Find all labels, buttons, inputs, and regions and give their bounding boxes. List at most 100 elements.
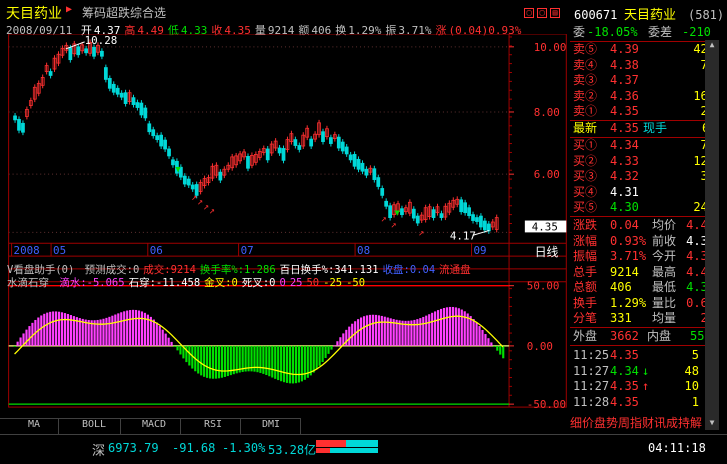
chart-title-bar: 天目药业 ▶ 筹码超跌综合选 ▢ ▢ ▤ (0, 0, 570, 22)
tab-boll[interactable]: BOLL (82, 419, 106, 430)
oscillator-bar (288, 345, 292, 384)
tab-rsi[interactable]: RSI (204, 419, 222, 430)
oscillator-bar (262, 345, 265, 374)
scroll-up-icon[interactable]: ▲ (706, 40, 718, 50)
indicator-value: 流通盘 (439, 264, 471, 276)
panel-tabs[interactable]: 细价盘势周指财讯成持解 (570, 414, 717, 430)
oscillator-bar (283, 345, 286, 383)
candle-body (376, 177, 381, 187)
formula-menu-arrow-icon[interactable]: ▶ (66, 4, 72, 15)
sell-row: 卖②4.36164 (573, 88, 715, 103)
oscillator-bar (87, 320, 90, 346)
candle-body (281, 148, 286, 161)
oscillator-bar (360, 317, 363, 346)
oscillator-bar (303, 345, 306, 380)
oscillator-bar (108, 316, 111, 346)
oscillator-bar (155, 322, 158, 346)
oscillator-bar (57, 311, 61, 346)
price-axis-label: 10.00 (534, 41, 567, 54)
candle-body (340, 141, 345, 152)
tab-dmi[interactable]: DMI (262, 419, 280, 430)
candle-body (321, 131, 325, 142)
oscillator-bar (220, 345, 224, 378)
tick-row: 11:274.35↑10B (573, 379, 715, 393)
oscillator-bar (294, 345, 298, 384)
candle-body (135, 102, 140, 108)
candle-body (352, 154, 357, 167)
indicator-value: 50 (306, 277, 320, 289)
oscillator-bar (309, 345, 312, 376)
candles-layer (13, 39, 499, 234)
candle-body (143, 107, 148, 119)
oscillator-bar (206, 345, 209, 378)
candle-body (131, 97, 136, 105)
candle-body (467, 207, 471, 217)
tick-row: 11:254.355B (573, 348, 715, 362)
oscillator-bar (117, 313, 120, 346)
sell-row: 卖①4.3524 (573, 104, 715, 118)
period-label[interactable]: 日线 (535, 245, 559, 259)
panel-scrollbar[interactable]: ▲ ▼ (705, 40, 719, 430)
oscillator-bar (315, 345, 318, 370)
oscillator-bar (102, 318, 105, 346)
oscillator-bar (99, 319, 102, 346)
stat-row: 分笔331均量28 (573, 311, 715, 325)
oscillator-bar (481, 329, 484, 346)
candle-body (182, 175, 187, 185)
oscillator-bar (330, 345, 333, 350)
tab-macd[interactable]: MACD (142, 419, 166, 430)
candle-body (384, 200, 389, 207)
chart-menu-icon[interactable]: ▤ (550, 8, 560, 18)
oscillator-bar (188, 345, 191, 366)
oscillator-bar (478, 326, 481, 346)
indicator2-name[interactable]: 水滴石穿 (7, 277, 49, 289)
kline-chart[interactable]: ↗ ↗ ↗ ↗↗↗↗▼▼ 10.008.006.00 4.35 10.28 4.17 … (0, 34, 570, 414)
oscillator-bar (226, 345, 229, 377)
status-bar: 深 6973.79 -91.68 -1.30% 53.28亿 04:11:18 (0, 434, 727, 464)
stock-name: 天目药业 (6, 6, 62, 22)
candle-body (459, 199, 464, 213)
candle-body (17, 118, 21, 131)
market-label: 深 (92, 444, 106, 459)
oscillator-bar (280, 345, 283, 382)
oscillator-bar (46, 312, 49, 346)
scroll-down-icon[interactable]: ▼ (706, 418, 718, 428)
oscillator-bar (137, 310, 141, 346)
oscillator-bar (454, 307, 457, 346)
oscillator-bar (377, 315, 380, 346)
signal-formula-label[interactable]: 筹码超跌综合选 (82, 4, 166, 21)
oscillator-bar (134, 309, 138, 346)
oscillator-bar (336, 341, 339, 346)
candle-body (388, 205, 392, 218)
oscillator-bar (365, 315, 369, 346)
sell-signal-arrow-icon: ▼ (395, 209, 401, 219)
candle-body (246, 155, 250, 169)
time-axis-label: 05 (53, 244, 66, 257)
sell-row: 卖④4.3876 (573, 57, 715, 72)
oscillator-bar (348, 326, 351, 346)
oscillator-bar (496, 345, 499, 351)
oscillator-bar (259, 345, 262, 373)
oscillator-bar (437, 310, 440, 346)
indicator-value: 死叉:0 (241, 277, 276, 289)
indicator-value: 收盘:0.04 (382, 264, 436, 276)
oscillator-bar (78, 318, 81, 346)
oscillator-bar (425, 315, 428, 346)
candle-body (439, 213, 444, 218)
oscillator-axis-label: 0.00 (527, 340, 553, 353)
oscillator-bar (126, 310, 129, 346)
oscillator-bar (152, 319, 155, 346)
tab-ma[interactable]: MA (28, 419, 40, 430)
minimize-icon[interactable]: ▢ (524, 8, 534, 18)
maximize-icon[interactable]: ▢ (537, 8, 547, 18)
indicator-value: -25 (323, 277, 343, 289)
candle-body (463, 202, 468, 214)
indicator-value: -50 (346, 277, 366, 289)
oscillator-bar (428, 314, 431, 346)
low-marker-text: 4.17 (450, 229, 476, 242)
candle-body (348, 154, 353, 161)
buy-row: 买①4.3473 (573, 138, 715, 152)
candle-body (265, 148, 270, 161)
latest-price: 4.35 (610, 121, 639, 135)
oscillator-bar (383, 316, 386, 346)
